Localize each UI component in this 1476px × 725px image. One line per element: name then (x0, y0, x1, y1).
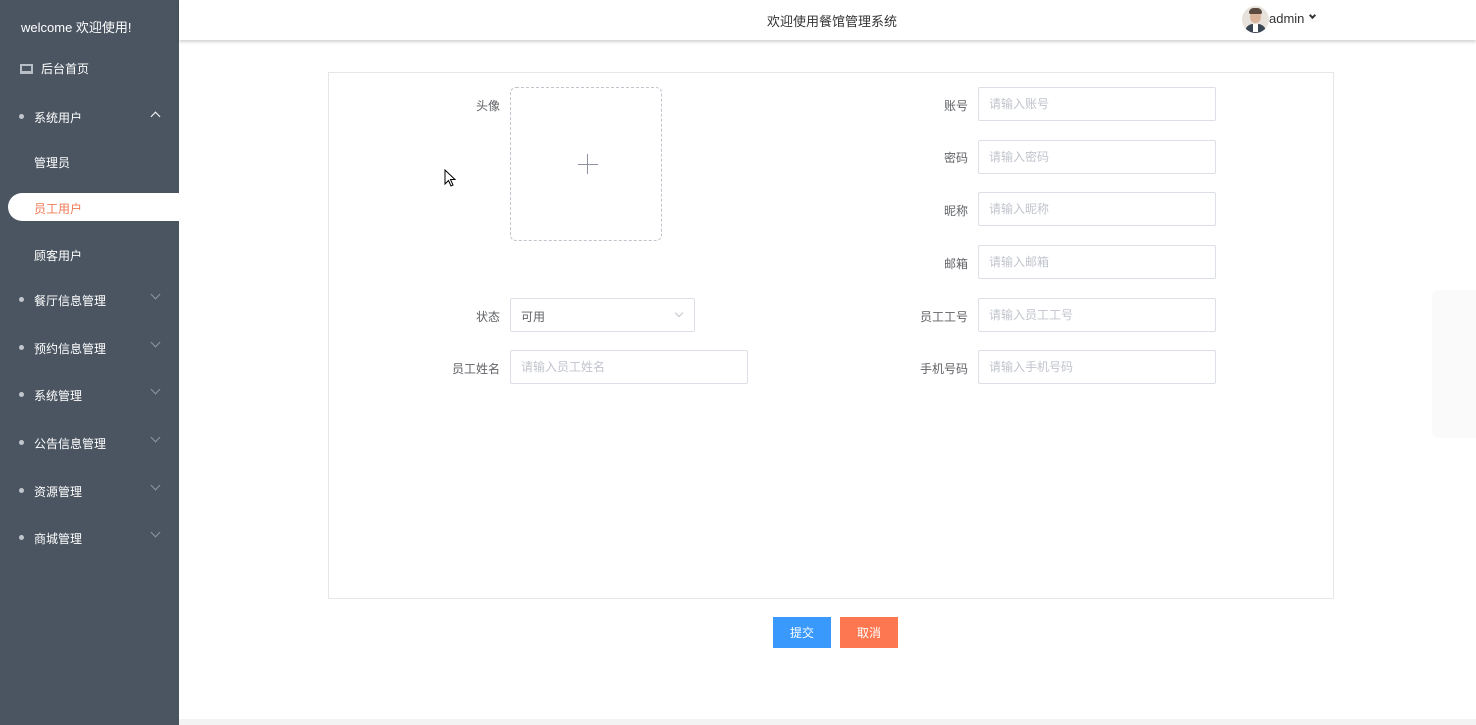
submenu-admin[interactable]: 管理员 (34, 154, 70, 171)
menu-label: 餐厅信息管理 (34, 294, 107, 308)
status-label: 状态 (475, 310, 500, 324)
status-select[interactable]: 可用 (510, 298, 695, 332)
bullet-icon (19, 535, 24, 540)
chevron-down-icon (150, 337, 161, 348)
menu-label: 商城管理 (34, 532, 83, 546)
password-input[interactable] (978, 140, 1216, 174)
menu-reservation-info[interactable]: 预约信息管理 (0, 335, 179, 359)
cancel-button[interactable]: 取消 (840, 617, 898, 648)
submenu-staff-users[interactable]: 员工用户 (8, 193, 179, 221)
menu-shop-management[interactable]: 商城管理 (0, 525, 179, 549)
menu-system-users[interactable]: 系统用户 (0, 104, 179, 128)
staff-name-input[interactable] (510, 350, 748, 384)
nickname-label: 昵称 (943, 204, 968, 218)
avatar-label: 头像 (475, 99, 500, 113)
menu-label: 预约信息管理 (34, 342, 107, 356)
submenu-customer-users[interactable]: 顾客用户 (34, 247, 82, 264)
chevron-down-icon (150, 527, 161, 538)
chevron-down-icon (150, 384, 161, 395)
bullet-icon (19, 345, 24, 350)
menu-label: 系统用户 (34, 111, 83, 125)
monitor-icon (20, 63, 33, 74)
sidebar: welcome 欢迎使用! 后台首页 系统用户 管理员 员工用户 顾客用户 餐厅… (0, 0, 179, 725)
page-title: 欢迎使用餐馆管理系统 (767, 14, 898, 29)
menu-home-label: 后台首页 (41, 62, 90, 76)
top-header: 欢迎使用餐馆管理系统 admin (179, 0, 1476, 40)
account-label: 账号 (943, 99, 968, 113)
submenu-label: 员工用户 (34, 202, 83, 216)
welcome-text: welcome 欢迎使用! (21, 20, 132, 35)
status-value: 可用 (521, 310, 546, 324)
menu-label: 公告信息管理 (34, 437, 107, 451)
avatar-uploader[interactable] (510, 87, 662, 241)
menu-home[interactable]: 后台首页 (20, 60, 89, 77)
bullet-icon (19, 392, 24, 397)
bullet-icon (19, 297, 24, 302)
chevron-down-icon[interactable] (1308, 11, 1317, 20)
email-label: 邮箱 (943, 257, 968, 271)
bullet-icon (19, 114, 24, 119)
side-tab (1432, 290, 1476, 438)
employee-number-input[interactable] (978, 298, 1216, 332)
account-input[interactable] (978, 87, 1216, 121)
chevron-down-icon (674, 308, 684, 318)
nickname-input[interactable] (978, 192, 1216, 226)
staff-name-label: 员工姓名 (451, 362, 500, 376)
menu-resource-management[interactable]: 资源管理 (0, 478, 179, 502)
email-input[interactable] (978, 245, 1216, 279)
phone-input[interactable] (978, 350, 1216, 384)
phone-label: 手机号码 (919, 362, 968, 376)
bullet-icon (19, 440, 24, 445)
submit-button[interactable]: 提交 (773, 617, 831, 648)
chevron-down-icon (150, 432, 161, 443)
menu-system-management[interactable]: 系统管理 (0, 382, 179, 406)
plus-icon (578, 164, 598, 165)
menu-restaurant-info[interactable]: 餐厅信息管理 (0, 287, 179, 311)
avatar[interactable] (1242, 6, 1269, 33)
chevron-up-icon (150, 111, 161, 122)
bottom-strip (179, 719, 1476, 725)
bullet-icon (19, 488, 24, 493)
menu-announcement-info[interactable]: 公告信息管理 (0, 430, 179, 454)
chevron-down-icon (150, 480, 161, 491)
password-label: 密码 (943, 151, 968, 165)
employee-number-label: 员工工号 (919, 310, 968, 324)
user-menu[interactable]: admin (1269, 11, 1304, 26)
chevron-down-icon (150, 289, 161, 300)
cursor-icon (444, 169, 456, 187)
menu-label: 资源管理 (34, 485, 83, 499)
menu-label: 系统管理 (34, 389, 83, 403)
